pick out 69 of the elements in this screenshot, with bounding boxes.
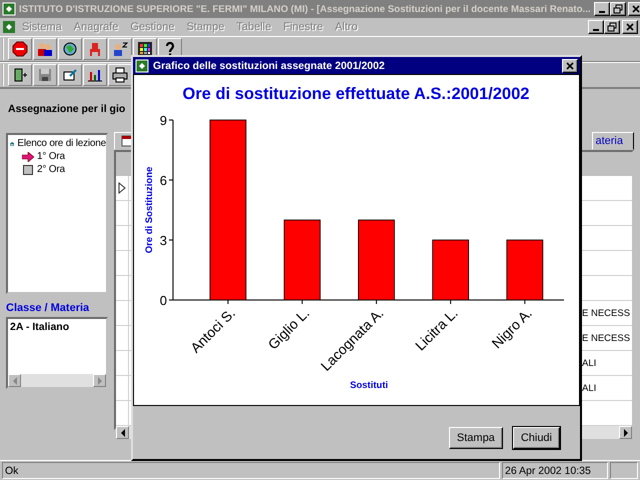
app-icon <box>2 2 16 16</box>
right-arrow-icon <box>622 428 628 436</box>
chair-icon <box>87 41 103 57</box>
printer-button[interactable] <box>108 64 132 86</box>
table-cell-text: ALI <box>582 382 598 396</box>
door-icon <box>12 67 28 83</box>
close-icon <box>630 4 640 14</box>
axis-tick-label: 0 <box>160 293 167 308</box>
people-icon <box>37 41 53 57</box>
bar <box>432 240 469 300</box>
printer-icon <box>112 67 128 83</box>
tree-item[interactable]: 1° Ora <box>37 151 65 162</box>
arrow-icon <box>22 152 34 162</box>
bar-chart-button[interactable] <box>83 64 107 86</box>
record-pointer-icon <box>118 182 126 194</box>
y-axis-title: Ore di Sostituzione <box>144 166 155 254</box>
close-button[interactable] <box>562 58 578 72</box>
status-panel <box>610 462 638 479</box>
edit-icon <box>62 67 78 83</box>
minimize-icon <box>598 11 605 13</box>
dialog-title: Grafico delle sostituzioni assegnate 2001/2002 <box>153 60 385 72</box>
chair-button[interactable] <box>83 38 107 60</box>
axis-tick-label: 3 <box>160 233 167 248</box>
grid-icon <box>137 41 153 57</box>
exit-button[interactable] <box>8 64 32 86</box>
x-axis-title: Sostituti <box>350 380 388 391</box>
close-icon <box>565 60 575 70</box>
table-icon <box>121 135 133 147</box>
right-arrow-icon <box>96 376 102 384</box>
page-heading: Assegnazione per il gio <box>8 103 126 115</box>
restore-icon <box>612 4 623 14</box>
left-arrow-icon <box>12 376 18 384</box>
horizontal-scrollbar[interactable] <box>8 374 106 387</box>
square-icon <box>22 164 34 174</box>
table-cell-text: ALI <box>582 356 598 370</box>
left-arrow-icon <box>120 428 126 436</box>
person-icon <box>112 41 128 57</box>
save-button[interactable] <box>33 64 57 86</box>
tree-item[interactable]: Elenco ore di lezione <box>17 138 106 149</box>
floppy-icon <box>37 67 53 83</box>
section-label: Classe / Materia <box>6 301 90 316</box>
axis-tick-label: 9 <box>160 113 167 128</box>
globe-button[interactable] <box>58 38 82 60</box>
minimize-icon <box>593 29 599 31</box>
person-button[interactable] <box>108 38 132 60</box>
tree-item[interactable]: 2° Ora <box>37 164 65 175</box>
axis-tick-label: 6 <box>160 173 167 188</box>
dialog-button[interactable]: Stampa <box>448 427 503 449</box>
bar <box>506 240 544 300</box>
restore-button[interactable] <box>604 20 620 34</box>
table-cell-text: E NECESS <box>582 306 632 320</box>
list-item[interactable]: 2A - Italiano <box>10 321 104 333</box>
stop-icon <box>12 41 28 57</box>
globe-icon <box>62 41 78 57</box>
chart-title: Ore di sostituzione effettuate A.S.:2001/2002 <box>182 85 530 103</box>
restore-icon <box>607 22 617 32</box>
people-button[interactable] <box>33 38 57 60</box>
dialog-button[interactable]: Chiudi <box>512 427 560 449</box>
minimize-button[interactable] <box>588 20 604 34</box>
edit-button[interactable] <box>58 64 82 86</box>
status-message: Ok <box>2 462 500 479</box>
close-icon <box>625 22 635 32</box>
close-button[interactable] <box>622 20 638 34</box>
app-icon <box>2 20 16 34</box>
stop-button[interactable] <box>8 38 32 60</box>
status-datetime: 26 Apr 2002 10:35 <box>502 462 608 479</box>
table-cell-text: E NECESS <box>582 332 632 346</box>
bar-chart-icon <box>87 67 103 83</box>
window-title: ISTITUTO D'ISTRUZIONE SUPERIORE "E. FERMI" MILANO (MI) - [Assegnazione Sostituzioni per il docente Massari Renato... <box>19 4 591 14</box>
